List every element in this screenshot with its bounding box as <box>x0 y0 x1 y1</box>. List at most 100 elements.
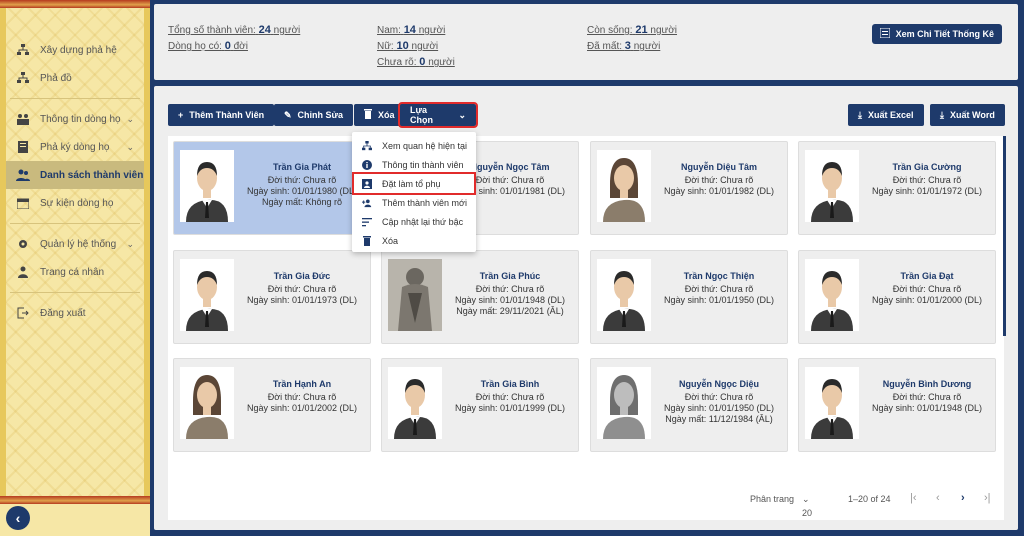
menu-item-view-relations[interactable]: Xem quan hệ hiện tại <box>352 136 476 155</box>
member-birth-date: Ngày sinh: 01/01/2002 (DL) <box>246 403 358 413</box>
sidebar-item-system[interactable]: Quản lý hệ thống ⌄ <box>6 230 144 258</box>
download-icon: ⤓ <box>858 109 862 120</box>
collapse-sidebar-button[interactable]: ‹ <box>6 506 30 530</box>
trash-icon <box>362 235 372 246</box>
book-icon <box>16 140 30 154</box>
member-generation: Đời thứ: Chưa rõ <box>475 284 545 294</box>
menu-item-add-member[interactable]: Thêm thành viên mới <box>352 193 476 212</box>
trash-icon <box>364 109 372 121</box>
member-generation: Đời thứ: Chưa rõ <box>892 284 962 294</box>
options-dropdown-button[interactable]: Lựa Chọn ⌄ <box>398 102 478 128</box>
add-person-icon <box>362 198 372 208</box>
export-word-button[interactable]: ⤓ Xuất Word <box>930 104 1005 126</box>
menu-item-delete[interactable]: Xóa <box>352 231 476 250</box>
member-name: Trần Ngọc Thiện <box>683 271 755 281</box>
sidebar: ‹ Xây dựng phả hệ Phả đồ Thông tin dòng … <box>0 0 150 536</box>
chevron-down-icon: ⌄ <box>458 109 466 120</box>
member-death-date: Ngày mất: 11/12/1984 (ÂL) <box>665 414 773 424</box>
member-info: Trần Gia Phúc Đời thứ: Chưa rõ Ngày sinh: … <box>442 271 578 317</box>
page-size-select[interactable]: 20 ⌄ <box>802 494 812 518</box>
member-card[interactable]: Trần Gia Đức Đời thứ: Chưa rõ Ngày sinh: 0… <box>173 250 371 344</box>
member-card[interactable]: Trần Gia Đạt Đời thứ: Chưa rõ Ngày sinh: 0… <box>798 250 996 344</box>
people-icon <box>16 112 30 126</box>
first-page-button[interactable]: |‹ <box>910 492 917 504</box>
member-birth-date: Ngày sinh: 01/01/1950 (DL) <box>663 295 775 305</box>
member-list-panel: + Thêm Thành Viên ✎ Chỉnh Sửa Xóa Lựa Ch… <box>154 86 1018 530</box>
sidebar-item-family-events[interactable]: Sự kiện dòng họ <box>6 189 144 217</box>
menu-item-update-rank[interactable]: Cập nhật lại thứ bậc <box>352 212 476 231</box>
sidebar-item-family-info[interactable]: Thông tin dòng họ ⌄ <box>6 105 144 133</box>
member-generation: Đời thứ: Chưa rõ <box>267 392 337 402</box>
sidebar-item-family-records[interactable]: Phả ký dòng họ ⌄ <box>6 133 144 161</box>
delete-button[interactable]: Xóa <box>354 104 405 126</box>
menu-item-set-ancestor[interactable]: Đặt làm tổ phụ <box>352 172 476 195</box>
member-photo <box>388 259 442 331</box>
member-death-date: Ngày mất: Không rõ <box>261 197 343 207</box>
gear-icon <box>16 237 30 251</box>
sidebar-item-label: Phả ký dòng họ <box>40 141 110 153</box>
export-excel-button[interactable]: ⤓ Xuất Excel <box>848 104 924 126</box>
member-card[interactable]: Trần Ngọc Thiện Đời thứ: Chưa rõ Ngày sinh… <box>590 250 788 344</box>
member-name: Trần Gia Phát <box>272 162 332 172</box>
member-card[interactable]: Trần Gia Phát Đời thứ: Chưa rõ Ngày sinh: … <box>173 141 371 235</box>
member-generation: Đời thứ: Chưa rõ <box>475 392 545 402</box>
sidebar-item-build-tree[interactable]: Xây dựng phả hệ <box>6 36 144 64</box>
member-name: Trần Gia Phúc <box>479 271 541 281</box>
chevron-down-icon: ⌄ <box>126 113 134 124</box>
member-card[interactable]: Trần Gia Bình Đời thứ: Chưa rõ Ngày sinh: … <box>381 358 579 452</box>
member-birth-date: Ngày sinh: 01/01/1972 (DL) <box>871 186 983 196</box>
member-card[interactable]: Nguyễn Diệu Tâm Đời thứ: Chưa rõ Ngày sinh… <box>590 141 788 235</box>
last-page-button[interactable]: ›| <box>984 492 991 504</box>
sidebar-item-label: Sự kiện dòng họ <box>40 197 114 209</box>
sidebar-item-label: Trang cá nhân <box>40 266 105 278</box>
prev-page-button[interactable]: ‹ <box>936 492 940 504</box>
member-card[interactable]: Nguyễn Bình Dương Đời thứ: Chưa rõ Ngày si… <box>798 358 996 452</box>
download-icon: ⤓ <box>940 109 944 120</box>
plus-icon: + <box>178 110 184 120</box>
member-grid: Trần Gia Phát Đời thứ: Chưa rõ Ngày sinh: … <box>168 136 1004 520</box>
member-generation: Đời thứ: Chưa rõ <box>684 284 754 294</box>
member-birth-date: Ngày sinh: 01/01/1999 (DL) <box>454 403 566 413</box>
member-card[interactable]: Trần Gia Phúc Đời thứ: Chưa rõ Ngày sinh: … <box>381 250 579 344</box>
chevron-down-icon: ⌄ <box>126 238 134 249</box>
stat-dead: Đã mất: 3 người <box>587 40 661 52</box>
member-photo <box>180 259 234 331</box>
member-info: Nguyễn Diệu Tâm Đời thứ: Chưa rõ Ngày sinh… <box>651 162 787 197</box>
stat-total: Tổng số thành viên: 24 người <box>168 24 301 36</box>
member-photo <box>805 367 859 439</box>
member-birth-date: Ngày sinh: 01/01/1982 (DL) <box>663 186 775 196</box>
add-member-button[interactable]: + Thêm Thành Viên <box>168 104 275 126</box>
member-birth-date: Ngày sinh: 01/01/1948 (DL) <box>454 295 566 305</box>
scroll-rod-top <box>0 0 150 8</box>
member-card[interactable]: Trần Hạnh An Đời thứ: Chưa rõ Ngày sinh: 0… <box>173 358 371 452</box>
member-photo <box>388 367 442 439</box>
member-info: Trần Gia Đạt Đời thứ: Chưa rõ Ngày sinh: 0… <box>859 271 995 306</box>
sidebar-item-profile[interactable]: Trang cá nhân <box>6 258 144 286</box>
menu-item-member-info[interactable]: Thông tin thành viên <box>352 155 476 174</box>
member-name: Trần Gia Cường <box>892 162 962 172</box>
next-page-button[interactable]: › <box>961 492 965 504</box>
scrollbar[interactable] <box>1003 136 1006 336</box>
member-card[interactable]: Trần Gia Cường Đời thứ: Chưa rõ Ngày sinh:… <box>798 141 996 235</box>
member-photo <box>805 150 859 222</box>
edit-button[interactable]: ✎ Chỉnh Sửa <box>274 104 354 126</box>
sidebar-item-family-chart[interactable]: Phả đồ <box>6 64 144 92</box>
member-generation: Đời thứ: Chưa rõ <box>267 284 337 294</box>
scroll-rod-bottom <box>0 496 150 504</box>
member-generation: Đời thứ: Chưa rõ <box>684 175 754 185</box>
view-stats-detail-button[interactable]: Xem Chi Tiết Thống Kê <box>871 24 1002 44</box>
member-card[interactable]: Nguyễn Ngọc Diệu Đời thứ: Chưa rõ Ngày sin… <box>590 358 788 452</box>
member-name: Trần Gia Bình <box>480 379 540 389</box>
stat-generations: Dòng họ có: 0 đời <box>168 40 248 52</box>
member-info: Trần Gia Bình Đời thứ: Chưa rõ Ngày sinh: … <box>442 379 578 414</box>
pencil-icon: ✎ <box>284 109 292 120</box>
member-photo <box>597 259 651 331</box>
sidebar-item-label: Xây dựng phả hệ <box>40 44 117 56</box>
member-photo <box>805 259 859 331</box>
chevron-down-icon: ⌄ <box>126 141 134 152</box>
tree-icon <box>16 71 30 85</box>
sidebar-item-member-list[interactable]: Danh sách thành viên <box>6 161 144 189</box>
sidebar-item-logout[interactable]: Đăng xuất <box>6 299 144 327</box>
sidebar-nav: Xây dựng phả hệ Phả đồ Thông tin dòng họ… <box>6 36 144 327</box>
member-name: Trần Gia Đức <box>273 271 331 281</box>
